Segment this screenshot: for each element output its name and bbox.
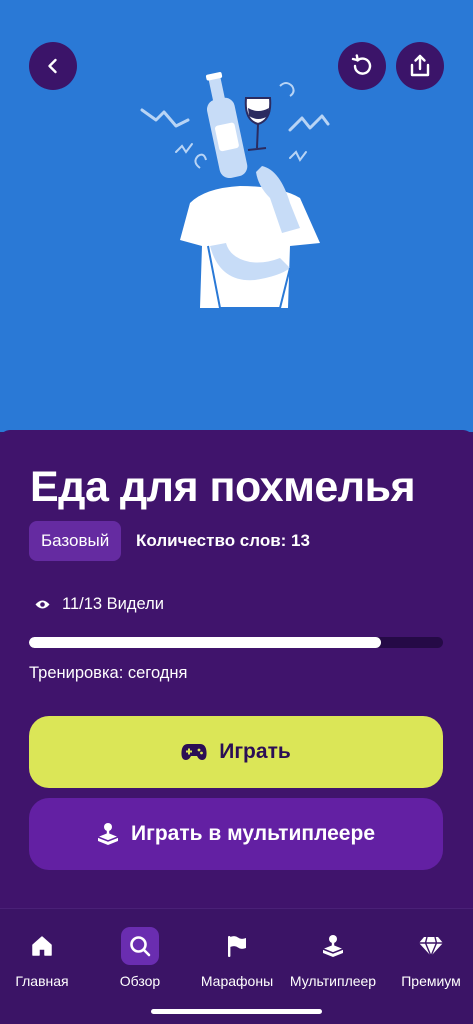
seen-count: 11/13 Видели — [62, 595, 164, 613]
play-label: Играть — [219, 740, 291, 763]
gamepad-icon — [181, 744, 207, 760]
tab-label: Мультиплеер — [289, 973, 377, 989]
hangover-illustration — [140, 72, 330, 309]
flag-icon — [228, 936, 246, 957]
word-count: Количество слов: 13 — [136, 531, 310, 550]
seen-progress-fill — [29, 637, 381, 648]
diamond-icon — [419, 936, 443, 957]
tab-label: Премиум — [401, 973, 461, 989]
home-indicator — [151, 1009, 322, 1014]
tab-marathons[interactable]: Марафоны — [196, 927, 278, 989]
tab-multiplayer[interactable]: Мультиплеер — [286, 927, 380, 989]
share-button[interactable] — [396, 42, 444, 90]
back-button[interactable] — [29, 42, 77, 90]
tab-label: Обзор — [119, 973, 161, 989]
training-status: Тренировка: сегодня — [29, 664, 188, 682]
seen-progress-bar — [29, 637, 443, 648]
play-button[interactable]: Играть — [29, 716, 443, 788]
search-icon — [130, 936, 151, 957]
reset-progress-button[interactable] — [338, 42, 386, 90]
multiplayer-label: Играть в мультиплеере — [131, 822, 375, 845]
tab-label: Марафоны — [200, 973, 274, 989]
home-icon — [32, 936, 52, 956]
tab-premium[interactable]: Премиум — [396, 927, 466, 989]
tab-label: Главная — [15, 973, 69, 989]
hero-banner — [0, 0, 473, 432]
joystick-icon — [97, 823, 119, 845]
tab-home[interactable]: Главная — [12, 927, 72, 989]
tab-overview[interactable]: Обзор — [110, 927, 170, 989]
chevron-left-icon — [48, 58, 57, 74]
bottom-tab-bar: Главная Обзор Марафоны Мультиплеер Преми… — [0, 908, 473, 1024]
level-badge: Базовый — [29, 521, 122, 561]
topic-title: Еда для похмелья — [30, 463, 416, 511]
eye-icon — [35, 600, 50, 609]
multiplayer-button[interactable]: Играть в мультиплеере — [29, 798, 443, 870]
joystick-icon — [322, 935, 344, 957]
refresh-icon — [351, 54, 372, 75]
seen-status: 11/13 Видели — [35, 595, 164, 614]
share-icon — [410, 54, 430, 77]
